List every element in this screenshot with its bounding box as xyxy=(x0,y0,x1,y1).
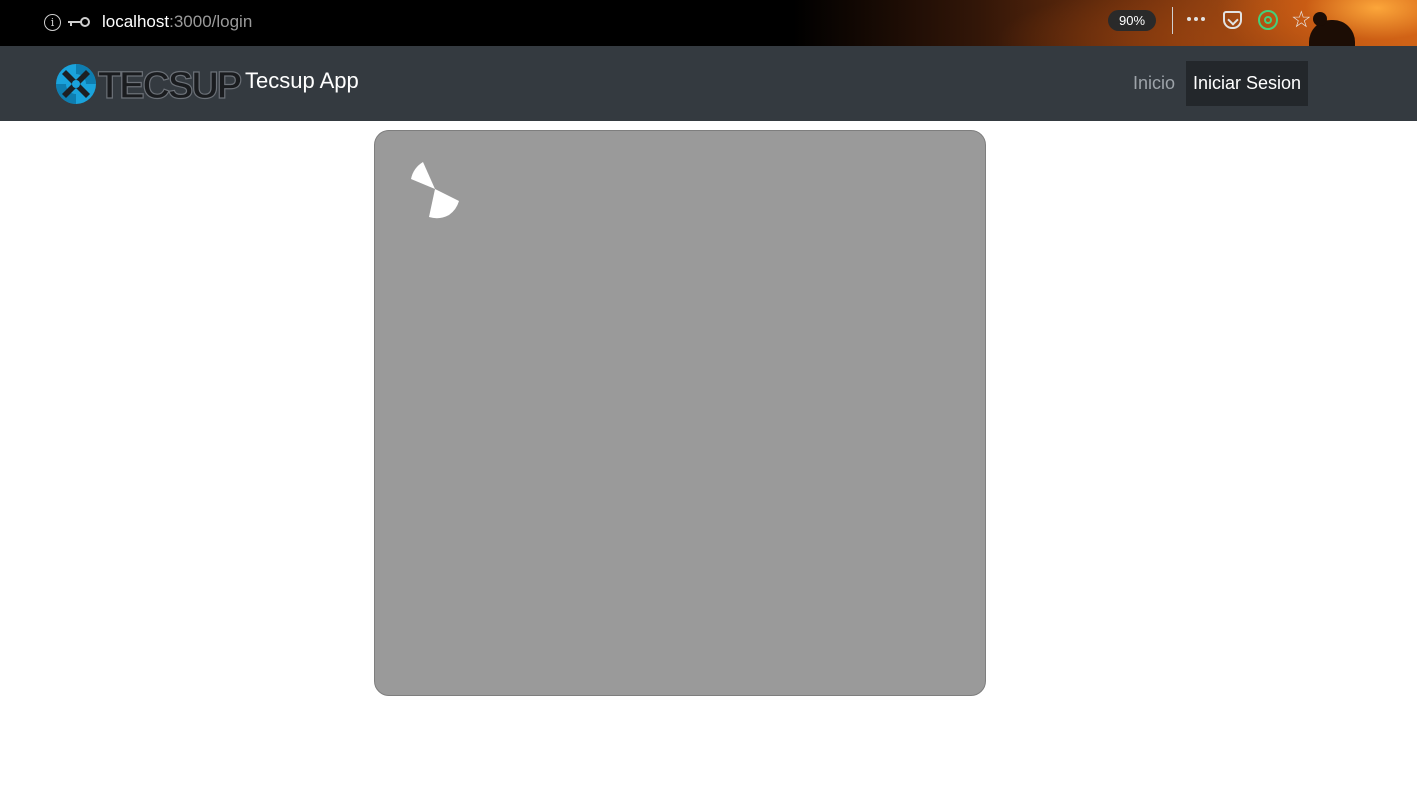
brand-name[interactable]: Tecsup App xyxy=(245,68,359,94)
pocket-icon[interactable] xyxy=(1223,11,1242,29)
browser-toolbar: i localhost:3000/login 90% ☆ xyxy=(0,0,1417,46)
logo-wordmark: TECSUP xyxy=(98,65,242,107)
more-options-icon[interactable] xyxy=(1187,17,1205,21)
url-text[interactable]: localhost:3000/login xyxy=(102,12,252,32)
bookmark-star-icon[interactable]: ☆ xyxy=(1291,8,1312,32)
url-host: localhost xyxy=(102,12,170,31)
login-card xyxy=(374,130,986,696)
theme-silhouette-head xyxy=(1313,12,1327,26)
zoom-level-button[interactable]: 90% xyxy=(1108,10,1156,31)
nav-link-inicio[interactable]: Inicio xyxy=(1126,61,1182,106)
app-navbar: TECSUP Tecsup App Inicio Iniciar Sesion xyxy=(0,46,1417,121)
loading-spinner-icon xyxy=(411,162,459,219)
nav-link-iniciar-sesion[interactable]: Iniciar Sesion xyxy=(1186,61,1308,106)
extension-target-icon[interactable] xyxy=(1258,10,1278,30)
url-path: :3000/login xyxy=(169,12,253,31)
address-bar[interactable]: i localhost:3000/login xyxy=(44,10,252,34)
toolbar-separator xyxy=(1172,7,1173,34)
key-icon[interactable] xyxy=(68,16,90,28)
logo-emblem-icon xyxy=(56,64,96,104)
info-icon[interactable]: i xyxy=(44,13,61,31)
tecsup-logo[interactable]: TECSUP xyxy=(52,60,244,108)
